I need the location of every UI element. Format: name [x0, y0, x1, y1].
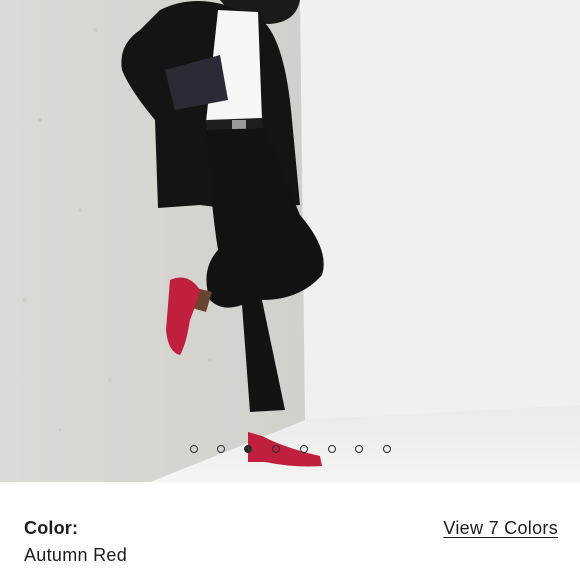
carousel-dot-6[interactable]	[328, 445, 336, 453]
color-selection-section: Color: Autumn Red View 7 Colors	[0, 482, 580, 580]
product-photo	[0, 0, 580, 482]
carousel-pagination	[0, 445, 580, 455]
belt-buckle	[232, 120, 246, 129]
carousel-dot-7[interactable]	[355, 445, 363, 453]
carousel-dot-5[interactable]	[300, 445, 308, 453]
product-image-carousel[interactable]	[0, 0, 580, 482]
carousel-dot-1[interactable]	[190, 445, 198, 453]
carousel-dot-2[interactable]	[217, 445, 225, 453]
carousel-dot-4[interactable]	[272, 445, 280, 453]
carousel-dot-8[interactable]	[383, 445, 391, 453]
selected-color-value: Autumn Red	[24, 545, 128, 565]
view-colors-link[interactable]: View 7 Colors	[443, 518, 558, 539]
carousel-dot-3[interactable]	[244, 445, 252, 453]
color-label: Color:	[24, 518, 79, 538]
